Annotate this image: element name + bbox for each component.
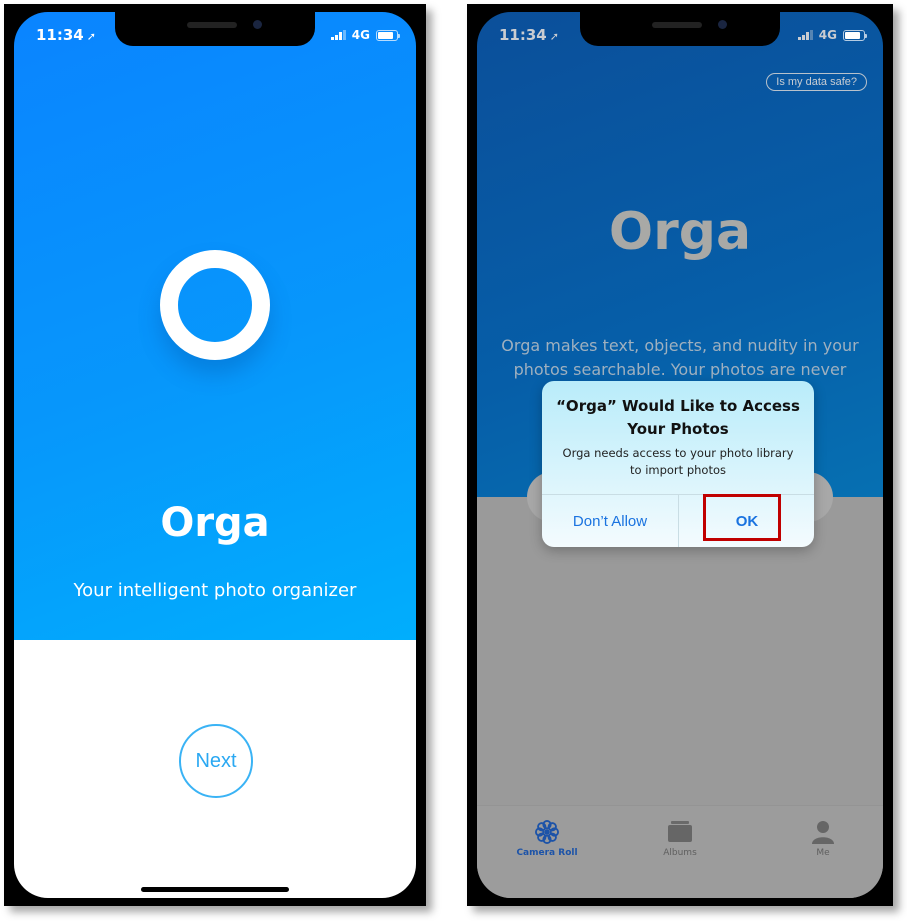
left-phone-screen: 11:34 ➚ 4G Orga Your intelligent photo or… (14, 12, 416, 898)
status-time: 11:34 ➚ (499, 26, 559, 44)
albums-stack-icon (668, 821, 692, 842)
status-bar: 11:34 ➚ 4G (14, 26, 416, 46)
location-arrow-icon: ➚ (549, 30, 559, 43)
location-arrow-icon: ➚ (86, 30, 96, 43)
photo-permission-alert: “Orga” Would Like to Access Your Photos … (542, 381, 814, 547)
status-right: 4G (797, 28, 867, 42)
ring-icon (160, 250, 270, 360)
time-text: 11:34 (36, 26, 84, 44)
time-text: 11:34 (499, 26, 547, 44)
right-phone-frame: 11:34 ➚ 4G Is my data safe? Orga Orga mak… (467, 4, 893, 906)
tab-label: Camera Roll (516, 848, 578, 858)
tab-label: Albums (663, 848, 697, 858)
app-description: Orga makes text, objects, and nudity in … (501, 336, 859, 379)
signal-bars-icon (330, 30, 346, 40)
tab-camera-roll[interactable]: Camera Roll (497, 820, 597, 858)
data-safety-button[interactable]: Is my data safe? (766, 73, 867, 91)
app-title: Orga (160, 500, 270, 546)
home-indicator[interactable] (141, 887, 289, 892)
battery-icon (376, 29, 400, 41)
ok-button[interactable]: OK (679, 495, 814, 547)
right-phone-screen: 11:34 ➚ 4G Is my data safe? Orga Orga mak… (477, 12, 883, 898)
tab-bar: Camera Roll Albums Me (477, 805, 883, 898)
tab-me[interactable]: Me (773, 820, 873, 858)
alert-title: “Orga” Would Like to Access Your Photos (556, 397, 800, 438)
status-right: 4G (330, 28, 400, 42)
next-button[interactable]: Next (179, 724, 253, 798)
tab-label: Me (816, 848, 830, 858)
left-phone-frame: 11:34 ➚ 4G Orga Your intelligent photo or… (4, 4, 426, 906)
status-bar: 11:34 ➚ 4G (477, 26, 883, 46)
battery-icon (843, 29, 867, 41)
alert-message: Orga needs access to your photo library … (562, 446, 794, 477)
dont-allow-button[interactable]: Don’t Allow (542, 495, 678, 547)
network-type: 4G (818, 28, 837, 42)
tab-albums[interactable]: Albums (630, 820, 730, 858)
app-title: Orga (608, 202, 752, 262)
network-type: 4G (351, 28, 370, 42)
person-icon (812, 821, 834, 844)
camera-roll-flower-icon (535, 820, 559, 844)
status-time: 11:34 ➚ (36, 26, 96, 44)
app-subtitle: Your intelligent photo organizer (73, 580, 357, 601)
signal-bars-icon (797, 30, 813, 40)
